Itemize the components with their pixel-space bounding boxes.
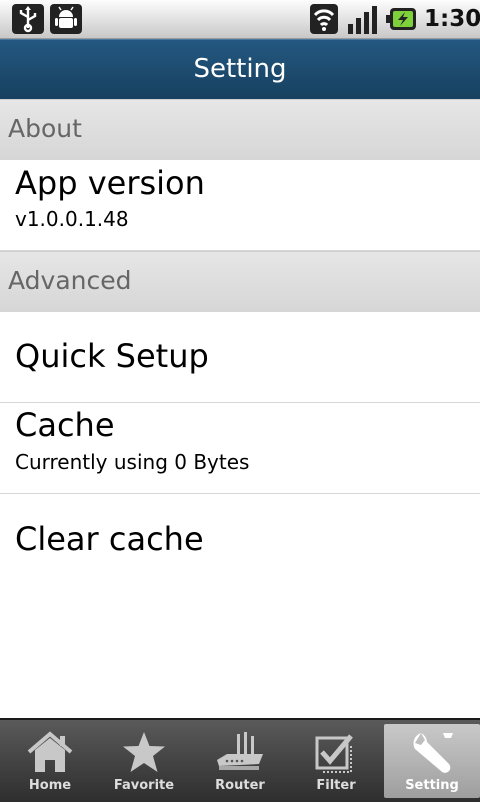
home-icon [27,731,73,772]
row-title: Clear cache [15,520,204,558]
star-icon [123,732,165,772]
row-subtitle: Currently using 0 Bytes [15,450,250,474]
router-icon [217,732,263,770]
row-title: App version [15,164,205,202]
section-header-label: About [8,114,82,143]
battery-charging-icon [386,8,416,30]
tab-label: Setting [405,778,459,793]
bottom-tab-bar: Home Favorite Router Filter Setting [0,718,480,802]
row-title: Cache [15,406,115,444]
android-debug-icon [50,4,82,34]
row-title: Quick Setup [15,337,209,375]
usb-icon [12,4,44,34]
row-subtitle: v1.0.0.1.48 [15,207,129,231]
tab-router[interactable]: Router [192,724,288,798]
wrench-icon [413,733,453,773]
status-bar: 1:30 [0,0,480,39]
wifi-icon [310,4,338,34]
filter-checkbox-icon [315,734,353,773]
section-header-advanced: Advanced [0,251,480,313]
tab-filter[interactable]: Filter [288,724,384,798]
page-title: Setting [193,54,287,84]
tab-label: Home [28,778,72,793]
list-item-cache[interactable]: Cache Currently using 0 Bytes [0,403,480,494]
signal-icon [348,6,377,34]
tab-setting[interactable]: Setting [384,724,480,798]
title-bar: Setting [0,39,480,101]
list-item-quick-setup[interactable]: Quick Setup [0,312,480,403]
tab-home[interactable]: Home [2,724,98,798]
list-item-app-version[interactable]: App version v1.0.0.1.48 [0,160,480,251]
status-time: 1:30 [424,6,480,32]
tab-label: Favorite [113,778,175,793]
section-header-about: About [0,99,480,161]
section-header-label: Advanced [8,266,132,295]
list-item-clear-cache[interactable]: Clear cache [0,494,480,584]
tab-label: Router [215,778,265,793]
tab-label: Filter [316,778,356,793]
tab-favorite[interactable]: Favorite [96,724,192,798]
